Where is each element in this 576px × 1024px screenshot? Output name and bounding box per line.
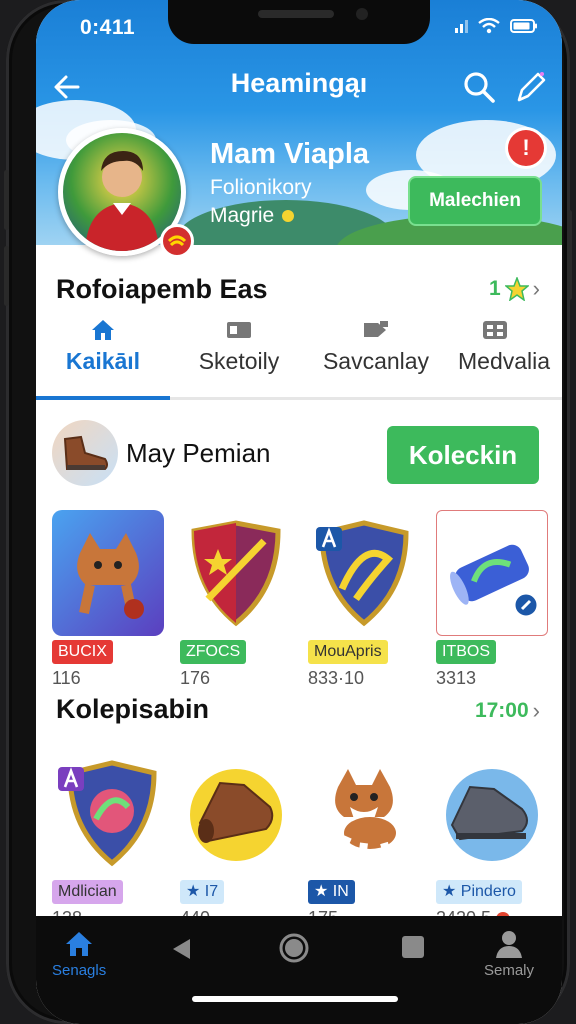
tab-label: Savcanlay (322, 348, 430, 374)
sneaker-icon (436, 750, 548, 876)
screen: 0:411 Heamingąı Mam Viapla Folionikory M… (36, 0, 562, 1024)
section-title-collection: Kolepisabin (56, 694, 210, 724)
power-button (567, 210, 572, 300)
item-tag: MouApris (308, 640, 388, 664)
nav-home-system[interactable] (278, 932, 310, 964)
shield-badge-icon (52, 750, 164, 876)
tab-savcanlay[interactable]: Savcanlay (308, 318, 444, 397)
home-icon (66, 932, 93, 956)
item-card[interactable]: ★ IN 175 (308, 750, 424, 929)
item-value: 116 (52, 668, 81, 688)
status-icons (454, 17, 538, 39)
item-card[interactable]: ZFOCS 176 (180, 510, 296, 689)
item-card[interactable]: MouApris 833·10 (308, 510, 424, 689)
home-icon (92, 320, 114, 340)
section-title-recent: Rofoiapemb Eas (56, 274, 268, 304)
tag-icon (364, 321, 388, 337)
collection-title: May Pemian (126, 437, 271, 468)
item-tag: BUCIX (52, 640, 113, 664)
pen-icon (517, 72, 546, 102)
user-level-text: Magrie (210, 204, 275, 227)
nav-recents[interactable] (400, 934, 426, 960)
volume-up-button (4, 170, 9, 230)
card-icon (227, 322, 251, 338)
item-card[interactable]: Mdlician 138 (52, 750, 168, 929)
square-recents-icon (402, 936, 424, 958)
boot-icon (52, 420, 118, 486)
tab-medvalia[interactable]: Medvalia (444, 318, 562, 397)
item-tag: ITBOS (436, 640, 497, 664)
user-subtitle: Folionikory (210, 176, 312, 199)
nav-label: Senagls (52, 962, 107, 979)
speaker (258, 10, 334, 18)
star-icon (504, 277, 529, 301)
notification-alert-icon[interactable]: ! (508, 130, 544, 166)
nav-back[interactable] (168, 936, 194, 962)
section-meta-recent[interactable]: 1 › (489, 276, 540, 302)
energy-can-icon (436, 510, 548, 636)
tab-bar: Kaikāıl Sketoily Savcanlay Medvalia (36, 318, 562, 400)
item-card[interactable]: ★ I7 440 (180, 750, 296, 929)
item-card[interactable]: BUCIX 116 (52, 510, 168, 689)
item-card[interactable]: ITBOS 3313 (436, 510, 552, 689)
nav-profile[interactable]: Semaly (484, 930, 534, 979)
home-indicator[interactable] (192, 996, 398, 1002)
camera-notch (168, 0, 430, 44)
boot-icon (180, 750, 292, 876)
tab-label: Medvalia (458, 348, 551, 374)
collection-header: May Pemian (52, 420, 271, 486)
user-name: Mam Viapla (210, 138, 370, 170)
circle-home-icon (279, 933, 309, 963)
follow-button[interactable]: Malechien (408, 176, 542, 226)
status-time: 0:411 (80, 16, 136, 39)
person-icon (496, 931, 523, 958)
puppy-icon (308, 750, 420, 876)
tab-home[interactable]: Kaikāıl (36, 318, 170, 400)
tab-label: Kaikāıl (65, 348, 141, 374)
tab-label: Sketoily (198, 348, 280, 374)
grid-icon (483, 321, 507, 339)
section-meta-value: 1 (488, 277, 501, 300)
collect-button[interactable]: Koleckin (387, 426, 539, 484)
item-tag: ★ IN (308, 880, 355, 904)
item-card[interactable]: ★ Pindero 2420 5 (436, 750, 552, 929)
team-badge-icon (160, 224, 194, 258)
search-icon (464, 72, 495, 103)
item-value: 833·10 (308, 668, 365, 688)
item-tag: ★ Pindero (436, 880, 522, 904)
nav-label: Semaly (484, 962, 535, 979)
volume-down-button (4, 246, 9, 306)
level-badge-icon (282, 210, 295, 222)
item-tag: Mdlician (52, 880, 123, 904)
item-tag: ★ I7 (180, 880, 225, 904)
edit-button[interactable] (514, 70, 546, 109)
tab-sketoily[interactable]: Sketoily (170, 318, 308, 397)
back-triangle-icon (173, 939, 190, 959)
search-button[interactable] (462, 70, 496, 109)
front-camera (356, 8, 368, 20)
shield-emblem-icon (308, 510, 420, 636)
user-level: Magrie (210, 204, 295, 228)
battery-icon (510, 19, 538, 38)
items-row-1: BUCIX 116 ZFOCS 176 MouApris 833·10 ITBO… (52, 510, 562, 689)
signal-icon (454, 19, 468, 38)
chevron-right-icon: › (532, 276, 540, 301)
items-row-2: Mdlician 138 ★ I7 440 ★ IN 175 (52, 750, 552, 929)
wifi-icon (478, 17, 500, 39)
nav-home[interactable]: Senagls (52, 930, 106, 979)
bottom-nav: Senagls Semaly (36, 916, 562, 1024)
section-meta-collection[interactable]: 17:00 › (475, 698, 540, 724)
item-tag: ZFOCS (180, 640, 247, 664)
item-value: 3313 (436, 668, 477, 688)
item-value: 176 (180, 668, 211, 688)
phone-frame: 0:411 Heamingąı Mam Viapla Folionikory M… (4, 0, 572, 1024)
shield-icon (180, 510, 292, 636)
chevron-right-icon: › (532, 698, 540, 723)
section-meta-value: 17:00 (474, 699, 529, 722)
wolf-mascot-icon (52, 510, 164, 636)
